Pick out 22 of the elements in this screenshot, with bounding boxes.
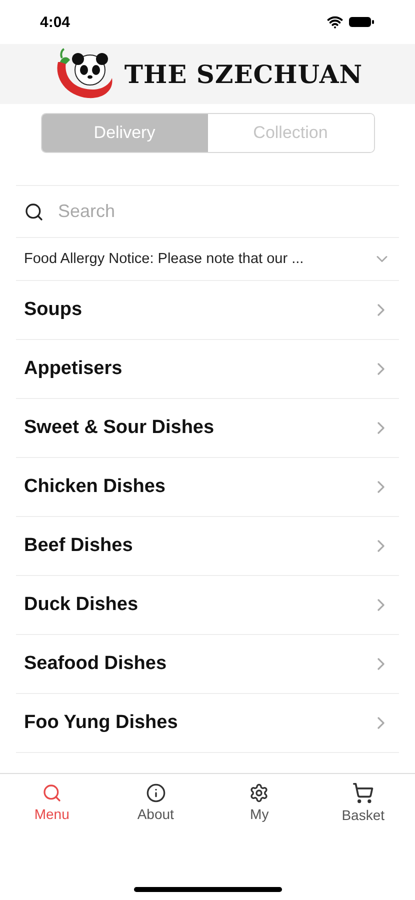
category-item[interactable]: Foo Yung Dishes	[24, 712, 178, 734]
cart-icon	[352, 782, 374, 804]
allergy-notice[interactable]: Food Allergy Notice: Please note that our ...	[24, 251, 304, 267]
category-item[interactable]: Soups	[24, 299, 82, 321]
tab-bar-item[interactable]: Menu	[0, 774, 104, 830]
tab-bar-item[interactable]: My	[208, 774, 312, 830]
category-item[interactable]: Beef Dishes	[24, 535, 133, 557]
search-icon	[42, 782, 62, 802]
category-item[interactable]: Sweet & Sour Dishes	[24, 417, 214, 439]
tab-bar-item[interactable]: Basket	[311, 774, 415, 830]
status-time: 4:04	[40, 14, 70, 30]
search-icon	[24, 202, 44, 222]
category-item[interactable]: Duck Dishes	[24, 594, 138, 616]
tab-bar-item[interactable]: About	[104, 774, 208, 830]
category-item[interactable]: Chicken Dishes	[24, 476, 166, 498]
settings-icon	[249, 782, 270, 802]
restaurant-name: THE SZECHUAN	[124, 60, 363, 88]
category-item[interactable]: Seafood Dishes	[24, 653, 167, 675]
battery-icon	[349, 16, 375, 28]
wifi-icon	[327, 14, 343, 30]
category-item[interactable]: Appetisers	[24, 358, 122, 380]
info-icon	[146, 782, 166, 802]
